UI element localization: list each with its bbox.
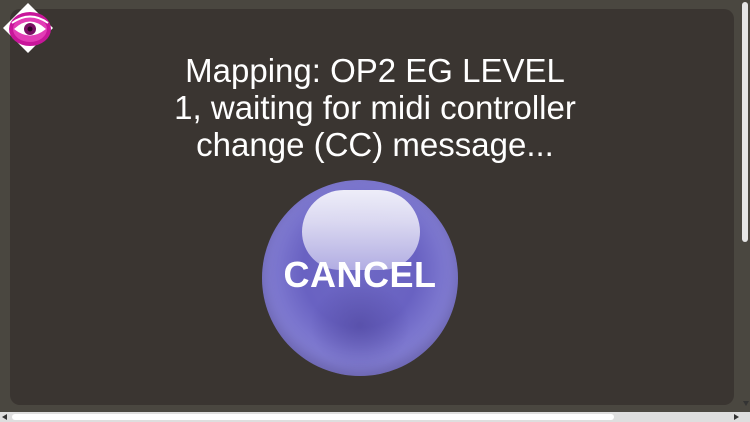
message-line-3: change (CC) message... [196, 126, 554, 163]
scroll-down-icon[interactable] [743, 401, 749, 406]
cancel-button-label: CANCEL [283, 254, 437, 295]
message-line-1: Mapping: OP2 EG LEVEL [185, 52, 565, 89]
app-logo[interactable] [2, 2, 54, 54]
app-screen: Mapping: OP2 EG LEVEL 1, waiting for mid… [0, 0, 750, 422]
vertical-scrollbar[interactable] [740, 0, 750, 410]
cancel-button[interactable]: CANCEL [262, 180, 458, 376]
scroll-left-icon[interactable] [2, 414, 7, 420]
message-line-2: 1, waiting for midi controller [174, 89, 576, 126]
horizontal-scroll-thumb[interactable] [12, 414, 614, 420]
scroll-right-icon[interactable] [734, 414, 739, 420]
eye-icon [3, 3, 53, 53]
vertical-scroll-thumb[interactable] [742, 2, 748, 242]
horizontal-scrollbar[interactable] [0, 412, 750, 422]
mapping-message: Mapping: OP2 EG LEVEL 1, waiting for mid… [0, 52, 750, 163]
